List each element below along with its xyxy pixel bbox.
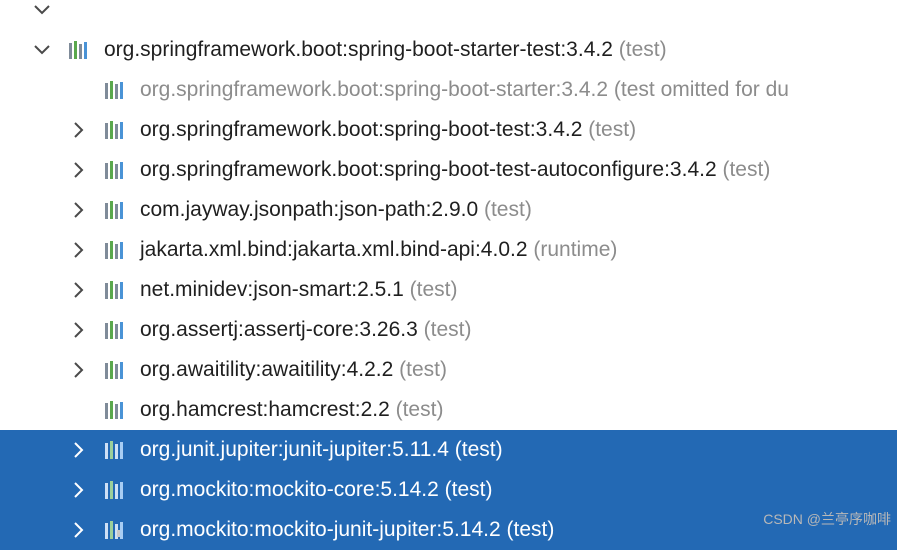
dependency-label: org.assertj:assertj-core:3.26.3 (test) [140,310,471,350]
dependency-scope: (runtime) [533,238,618,261]
chevron-right-icon[interactable] [66,310,90,350]
dependency-label: jakarta.xml.bind:jakarta.xml.bind-api:4.… [140,230,617,270]
dependency-scope: (test) [395,398,444,421]
maven-library-icon [104,70,132,110]
dependency-coordinate: org.junit.jupiter:junit-jupiter:5.11.4 [140,438,449,461]
maven-library-icon [104,190,132,230]
chevron-down-icon[interactable] [30,30,54,70]
dependency-label: org.springframework.boot:spring-boot-tes… [140,110,636,150]
watermark: CSDN @兰亭序咖啡 [763,511,891,527]
dependency-coordinate: org.springframework.boot:spring-boot-tes… [140,158,717,181]
dependency-label: org.mockito:mockito-core:5.14.2 (test) [140,470,492,510]
dependency-scope: (test) [399,358,447,381]
tree-row[interactable]: org.junit.jupiter:junit-jupiter:5.11.4 (… [0,430,897,470]
maven-library-icon [104,230,132,270]
maven-library-icon [104,150,132,190]
tree-row[interactable]: org.mockito:mockito-core:5.14.2 (test) [0,470,897,510]
chevron-right-icon[interactable] [66,510,90,550]
dependency-scope: (test) [506,518,555,541]
chevron-right-icon[interactable] [66,270,90,310]
dependency-label: com.jayway.jsonpath:json-path:2.9.0 (tes… [140,190,532,230]
maven-library-icon [104,430,132,470]
chevron-right-icon[interactable] [66,230,90,270]
dependency-coordinate: com.jayway.jsonpath:json-path:2.9.0 [140,198,479,221]
dependency-coordinate: org.assertj:assertj-core:3.26.3 [140,318,418,341]
chevron-right-icon[interactable] [66,110,90,150]
tree-row[interactable]: org.awaitility:awaitility:4.2.2 (test) [0,350,897,390]
dependency-scope: (test) [409,278,458,301]
tree-row[interactable]: org.assertj:assertj-core:3.26.3 (test) [0,310,897,350]
dependency-coordinate: org.springframework.boot:spring-boot-sta… [140,78,609,101]
dependency-coordinate: org.mockito:mockito-junit-jupiter:5.14.2 [140,518,501,541]
dependency-coordinate: org.mockito:mockito-core:5.14.2 [140,478,439,501]
dependency-coordinate: net.minidev:json-smart:2.5.1 [140,278,404,301]
tree-row[interactable]: org.springframework.boot:spring-boot-tes… [0,150,897,190]
maven-library-icon [104,270,132,310]
dependency-label: org.springframework.boot:spring-boot-sta… [140,70,789,110]
tree-row[interactable]: net.minidev:json-smart:2.5.1 (test) [0,270,897,310]
tree-row[interactable]: org.springframework.boot:spring-boot-sta… [0,30,897,70]
dependency-scope: (test) [618,38,667,61]
dependency-label: org.mockito:mockito-junit-jupiter:5.14.2… [140,510,554,550]
maven-library-icon [104,310,132,350]
dependency-coordinate: org.springframework.boot:spring-boot-sta… [104,38,613,61]
dependency-scope: (test) [454,438,503,461]
tree-row[interactable]: jakarta.xml.bind:jakarta.xml.bind-api:4.… [0,230,897,270]
chevron-right-icon[interactable] [66,350,90,390]
maven-library-icon [104,350,132,390]
chevron-down-icon[interactable] [30,0,54,30]
chevron-right-icon[interactable] [66,190,90,230]
tree-row[interactable]: org.hamcrest:hamcrest:2.2 (test) [0,390,897,430]
dependency-label: org.springframework.boot:spring-boot-tes… [140,150,770,190]
dependency-label: org.awaitility:awaitility:4.2.2 (test) [140,350,447,390]
maven-library-icon [68,30,96,70]
tree-guide-line [117,530,120,537]
dependency-label: org.hamcrest:hamcrest:2.2 (test) [140,390,443,430]
dependency-label: org.springframework.boot:spring-boot-sta… [104,30,667,70]
chevron-right-icon[interactable] [66,150,90,190]
dependency-coordinate: jakarta.xml.bind:jakarta.xml.bind-api:4.… [140,238,528,261]
tree-row[interactable]: com.jayway.jsonpath:json-path:2.9.0 (tes… [0,190,897,230]
dependency-scope: (test) [423,318,472,341]
chevron-right-icon[interactable] [66,430,90,470]
dependency-scope: (test omitted for du [613,78,789,101]
maven-library-icon [104,110,132,150]
dependency-label: org.junit.jupiter:junit-jupiter:5.11.4 (… [140,430,503,470]
dependency-scope: (test) [444,478,493,501]
tree-row-partial[interactable] [0,0,897,30]
tree-row[interactable]: org.springframework.boot:spring-boot-tes… [0,110,897,150]
dependency-scope: (test) [722,158,771,181]
dependency-coordinate: org.springframework.boot:spring-boot-tes… [140,118,583,141]
chevron-right-icon[interactable] [66,470,90,510]
maven-library-icon [104,390,132,430]
dependency-scope: (test) [588,118,637,141]
dependency-tree: org.springframework.boot:spring-boot-sta… [0,0,897,550]
dependency-coordinate: org.hamcrest:hamcrest:2.2 [140,398,390,421]
dependency-label: net.minidev:json-smart:2.5.1 (test) [140,270,457,310]
tree-row[interactable]: org.springframework.boot:spring-boot-sta… [0,70,897,110]
maven-library-icon [104,470,132,510]
dependency-scope: (test) [483,198,532,221]
dependency-coordinate: org.awaitility:awaitility:4.2.2 [140,358,394,381]
